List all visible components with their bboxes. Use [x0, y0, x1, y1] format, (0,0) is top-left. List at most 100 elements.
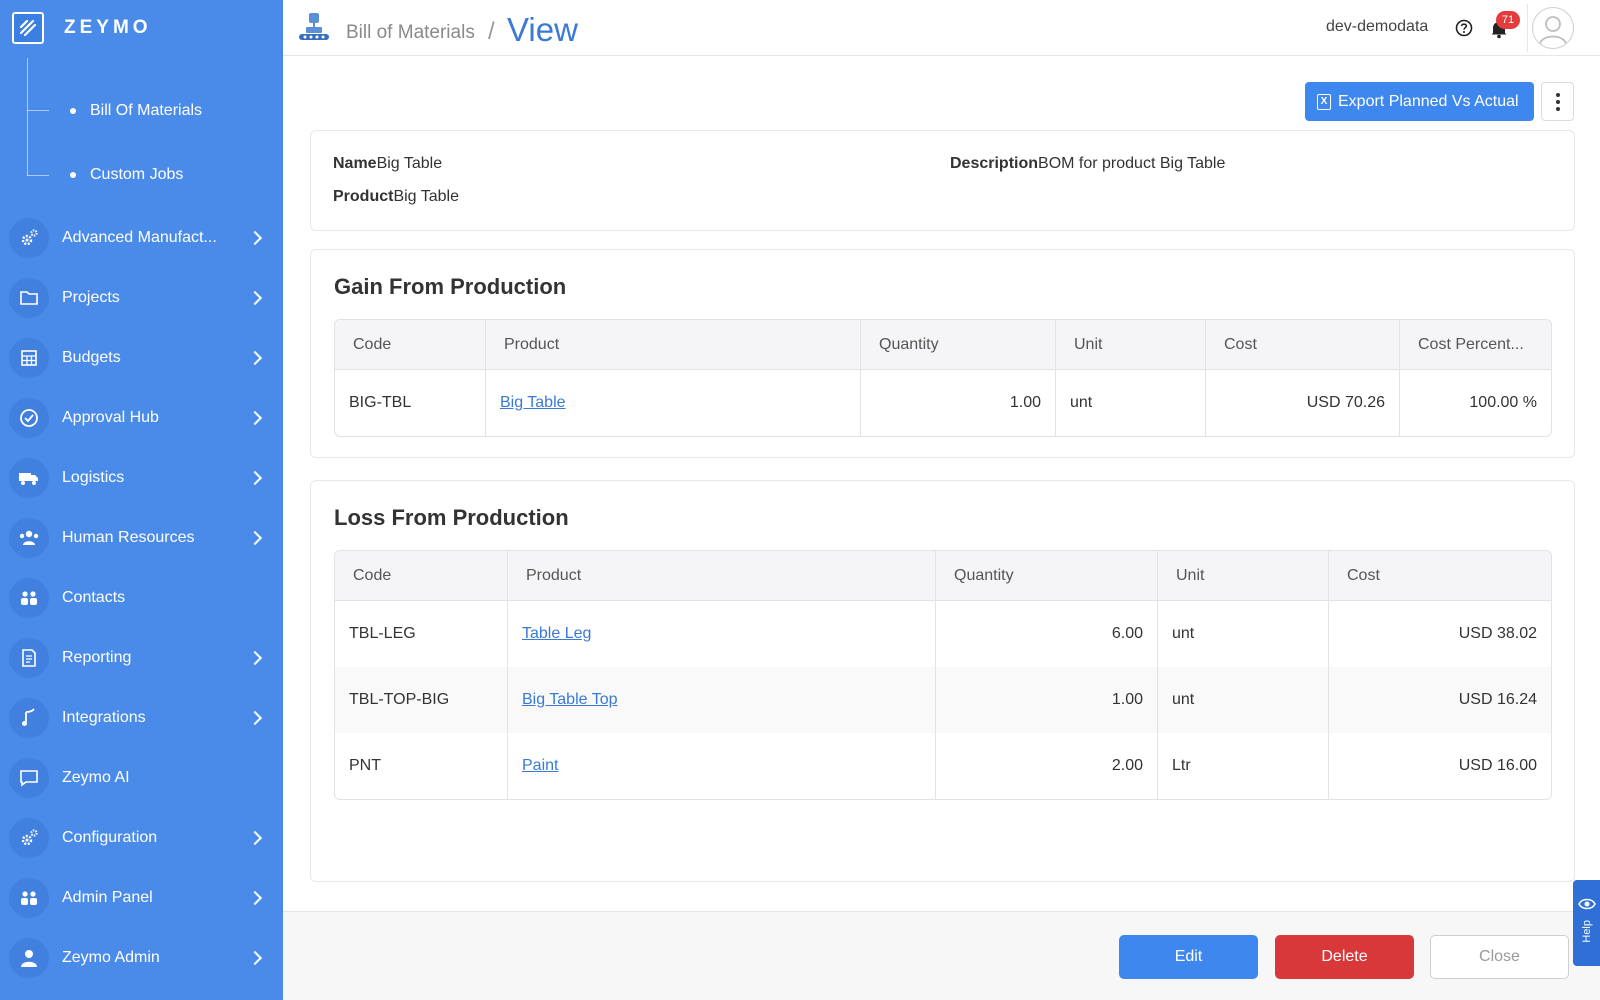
- help-tab[interactable]: Help: [1573, 880, 1600, 966]
- chevron-right-icon: [247, 650, 263, 666]
- name-field: NameBig Table: [333, 155, 442, 173]
- user-avatar-icon: [1531, 7, 1574, 49]
- company-selector[interactable]: dev-demodata: [1326, 18, 1428, 36]
- column-header[interactable]: Cost: [1206, 320, 1400, 370]
- sidebar-item-contacts[interactable]: Contacts: [0, 572, 283, 624]
- help-icon[interactable]: [1455, 19, 1473, 37]
- sidebar-item-label: Admin Panel: [62, 889, 153, 906]
- column-header[interactable]: Product: [486, 320, 861, 370]
- column-header[interactable]: Quantity: [861, 320, 1056, 370]
- sidebar-item-label: Projects: [62, 289, 120, 306]
- chevron-right-icon: [247, 470, 263, 486]
- sidebar: ZEYMO Bill Of Materials Custom Jobs Adva…: [0, 0, 283, 1000]
- tree-line: [27, 58, 49, 176]
- breadcrumb-parent[interactable]: Bill of Materials: [346, 22, 475, 44]
- gears-icon: [9, 818, 49, 858]
- chevron-right-icon: [247, 710, 263, 726]
- sidebar-item-logistics[interactable]: Logistics: [0, 452, 283, 504]
- sidebar-item-label: Approval Hub: [62, 409, 159, 426]
- product-link[interactable]: Big Table Top: [522, 691, 617, 708]
- product-link[interactable]: Table Leg: [522, 625, 591, 642]
- quantity-cell: 1.00: [861, 370, 1056, 436]
- table-header-row: Code Product Quantity Unit Cost Cost Per…: [335, 320, 1551, 370]
- top-bar: Bill of Materials / View dev-demodata 71: [283, 0, 1600, 56]
- sidebar-item-label: Integrations: [62, 709, 146, 726]
- table-row: TBL-LEG Table Leg 6.00 unt USD 38.02: [335, 601, 1551, 667]
- close-button[interactable]: Close: [1430, 935, 1569, 979]
- brand-name: ZEYMO: [64, 17, 152, 38]
- column-header[interactable]: Product: [508, 551, 936, 601]
- delete-button[interactable]: Delete: [1275, 935, 1414, 979]
- sidebar-item-human-resources[interactable]: Human Resources: [0, 512, 283, 564]
- chevron-right-icon: [247, 350, 263, 366]
- sidebar-subitem-custom-jobs[interactable]: Custom Jobs: [70, 163, 183, 187]
- sidebar-item-label: Reporting: [62, 649, 132, 666]
- column-header[interactable]: Cost Percent...: [1400, 320, 1551, 370]
- unit-cell: unt: [1158, 667, 1329, 733]
- column-header[interactable]: Code: [335, 320, 486, 370]
- table-header-row: Code Product Quantity Unit Cost: [335, 551, 1551, 601]
- kebab-dot: [1555, 92, 1560, 97]
- export-planned-vs-actual-button[interactable]: X Export Planned Vs Actual: [1305, 82, 1534, 121]
- cost-percent-cell: 100.00 %: [1469, 394, 1537, 411]
- sidebar-subitem-bill-of-materials[interactable]: Bill Of Materials: [70, 99, 202, 123]
- product-field: ProductBig Table: [333, 188, 459, 206]
- sidebar-item-label: Advanced Manufact...: [62, 229, 217, 246]
- table-row: BIG-TBL Big Table 1.00 unt USD 70.26 100…: [335, 370, 1551, 436]
- calculator-icon: [9, 338, 49, 378]
- sidebar-item-label: Configuration: [62, 829, 158, 846]
- chevron-right-icon: [247, 290, 263, 306]
- column-header[interactable]: Quantity: [936, 551, 1158, 601]
- unit-cell: unt: [1158, 601, 1329, 667]
- code-cell: TBL-LEG: [335, 601, 508, 667]
- sidebar-item-label: Logistics: [62, 469, 125, 486]
- breadcrumb-separator: /: [488, 18, 495, 45]
- sidebar-item-projects[interactable]: Projects: [0, 272, 283, 324]
- kebab-dot: [1555, 106, 1560, 111]
- sidebar-item-configuration[interactable]: Configuration: [0, 812, 283, 864]
- product-link[interactable]: Paint: [522, 757, 558, 774]
- description-label: Description: [950, 155, 1039, 172]
- chevron-right-icon: [247, 410, 263, 426]
- gain-from-production-card: Gain From Production Code Product Quanti…: [310, 249, 1575, 458]
- column-header[interactable]: Cost: [1329, 551, 1551, 601]
- export-button-label: Export Planned Vs Actual: [1338, 92, 1519, 110]
- code-cell: BIG-TBL: [335, 370, 486, 436]
- product-link[interactable]: Big Table: [500, 394, 566, 411]
- cost-cell: USD 38.02: [1458, 625, 1537, 642]
- sidebar-item-label: Contacts: [62, 589, 126, 606]
- sidebar-item-integrations[interactable]: Integrations: [0, 692, 283, 744]
- chevron-right-icon: [247, 950, 263, 966]
- gain-table: Code Product Quantity Unit Cost Cost Per…: [334, 319, 1552, 437]
- avatar[interactable]: [1527, 4, 1577, 52]
- chevron-right-icon: [247, 530, 263, 546]
- cost-cell: USD 70.26: [1206, 370, 1400, 436]
- details-card: NameBig Table ProductBig Table Descripti…: [310, 130, 1575, 231]
- truck-icon: [9, 458, 49, 498]
- eye-help-icon: [1577, 898, 1596, 910]
- report-icon: [9, 638, 49, 678]
- column-header[interactable]: Code: [335, 551, 508, 601]
- zeymo-logo-icon: [12, 12, 44, 44]
- gears-icon: [9, 218, 49, 258]
- edit-button[interactable]: Edit: [1119, 935, 1258, 979]
- sidebar-item-advanced-manufacturing[interactable]: Advanced Manufact...: [0, 212, 283, 264]
- check-circle-icon: [9, 398, 49, 438]
- sidebar-item-label: Zeymo Admin: [62, 949, 160, 966]
- code-cell: TBL-TOP-BIG: [335, 667, 508, 733]
- sidebar-item-admin-panel[interactable]: Admin Panel: [0, 872, 283, 924]
- sidebar-item-zeymo-admin[interactable]: Zeymo Admin: [0, 932, 283, 984]
- column-header[interactable]: Unit: [1158, 551, 1329, 601]
- cost-cell: USD 16.24: [1329, 667, 1551, 733]
- sidebar-item-budgets[interactable]: Budgets: [0, 332, 283, 384]
- folder-icon: [9, 278, 49, 318]
- chevron-right-icon: [247, 830, 263, 846]
- loss-from-production-card: Loss From Production Code Product Quanti…: [310, 480, 1575, 882]
- column-header[interactable]: Unit: [1056, 320, 1206, 370]
- brand[interactable]: ZEYMO: [12, 10, 152, 46]
- sidebar-item-zeymo-ai[interactable]: Zeymo AI: [0, 752, 283, 804]
- sidebar-item-approval-hub[interactable]: Approval Hub: [0, 392, 283, 444]
- more-options-button[interactable]: [1541, 82, 1574, 121]
- sidebar-item-reporting[interactable]: Reporting: [0, 632, 283, 684]
- table-row: PNT Paint 2.00 Ltr USD 16.00: [335, 733, 1551, 799]
